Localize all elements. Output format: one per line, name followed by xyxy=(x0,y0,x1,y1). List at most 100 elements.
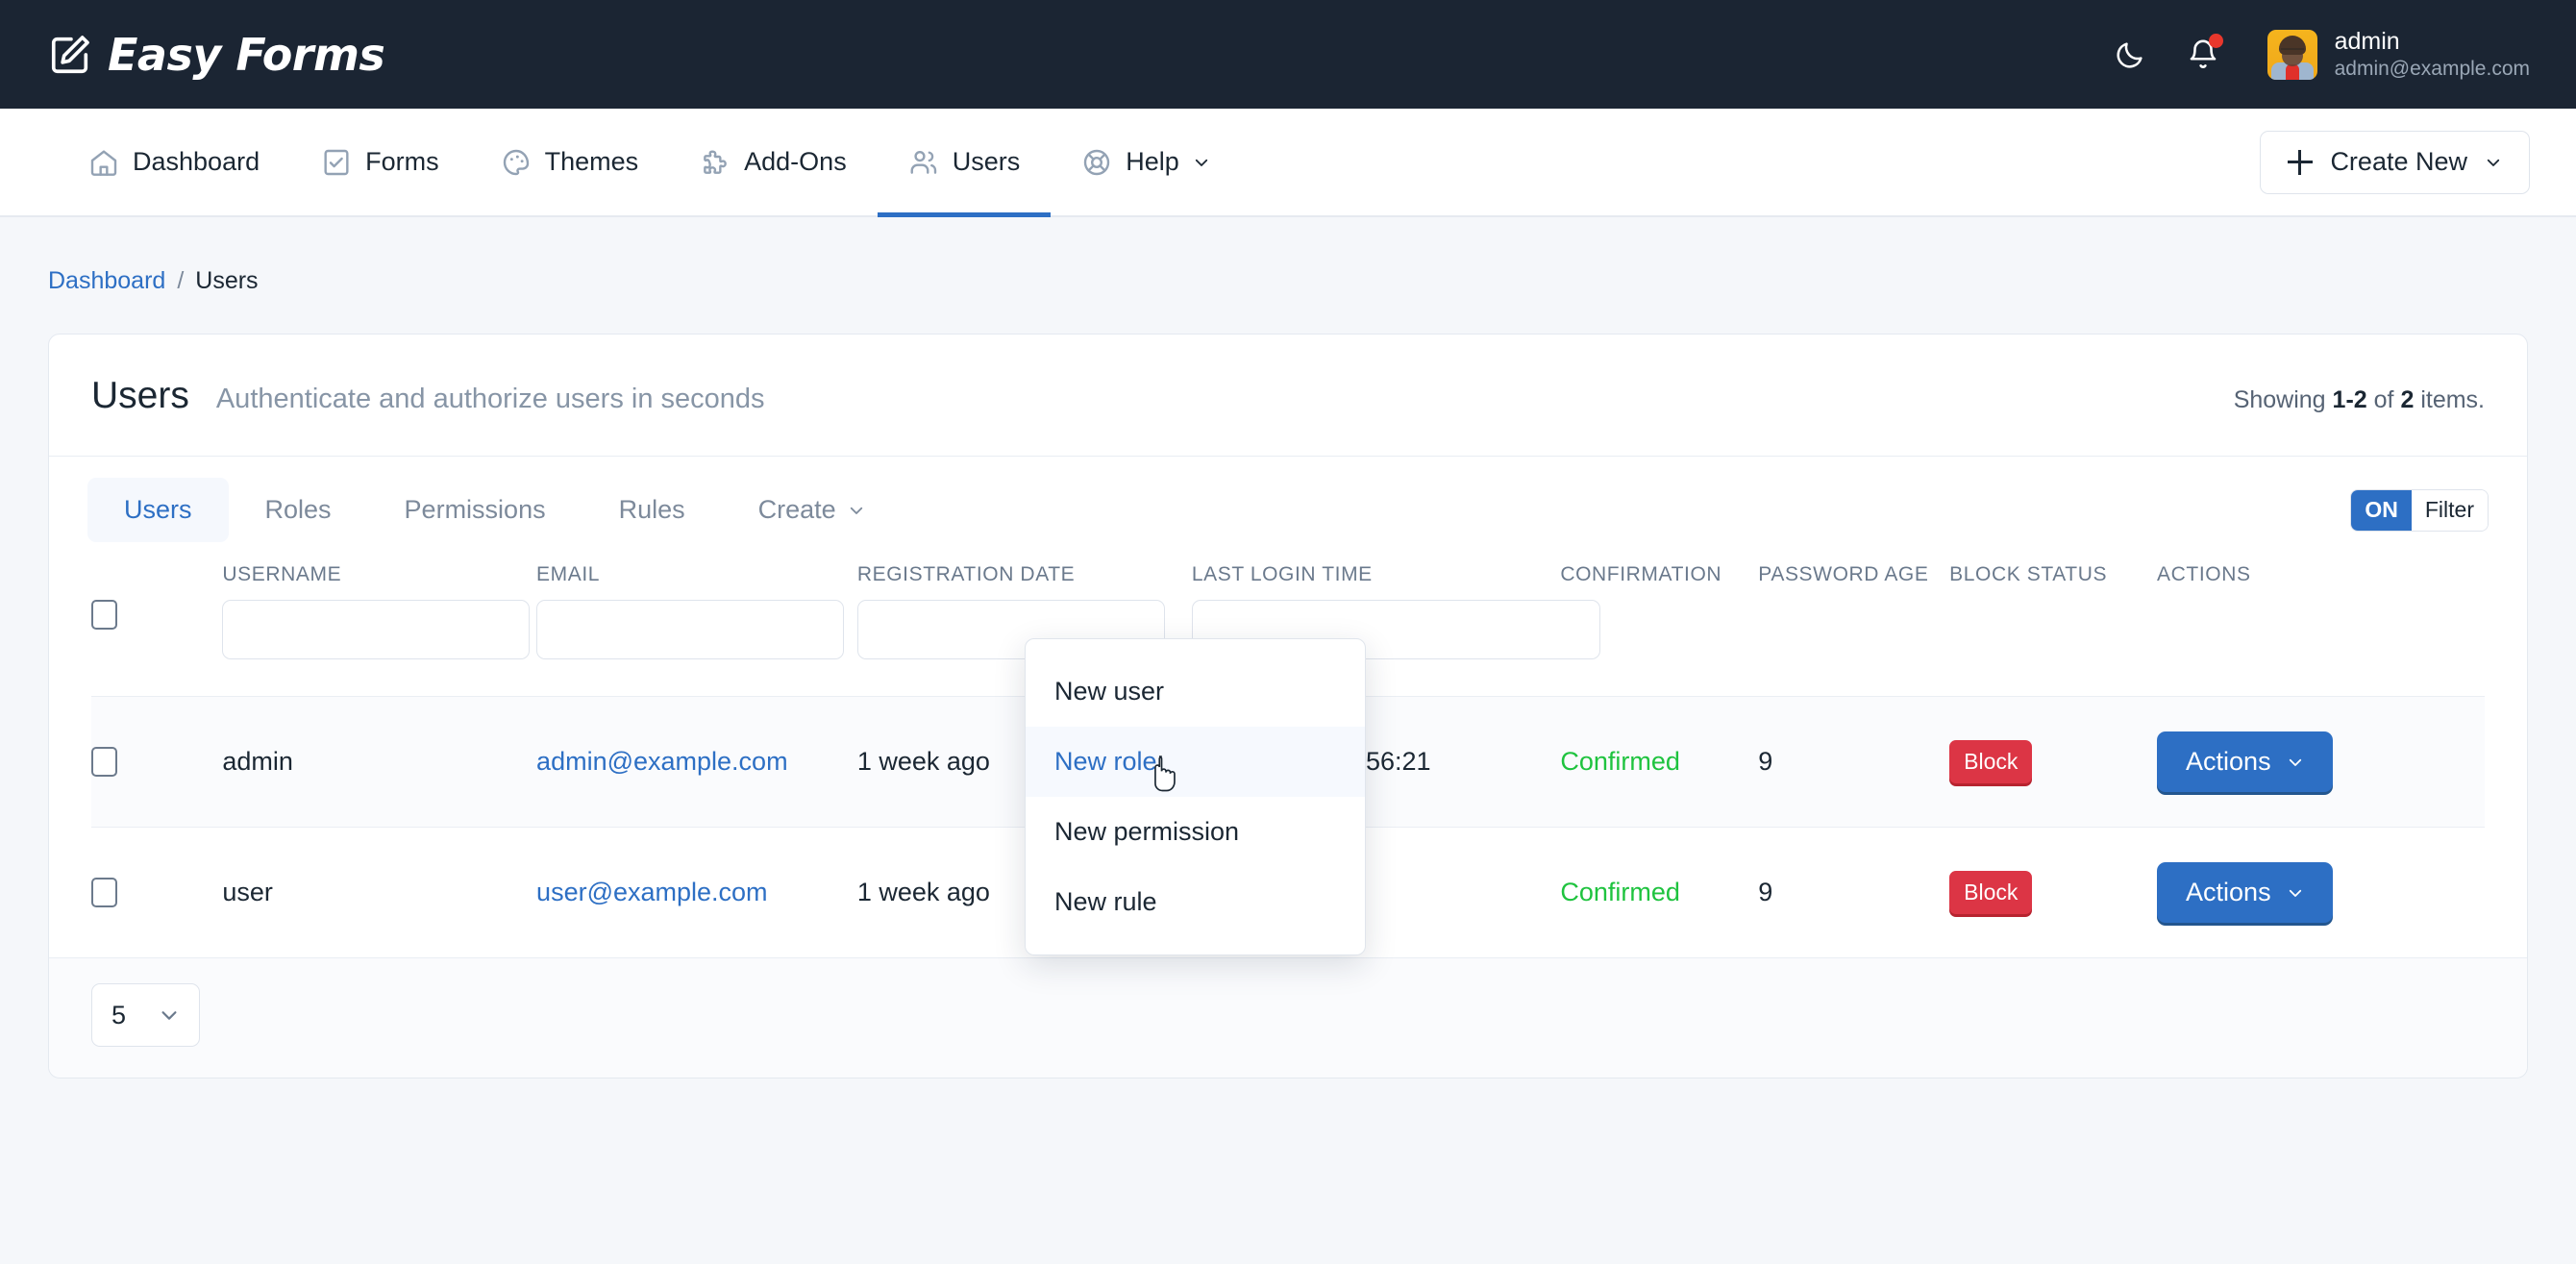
nav-label: Add-Ons xyxy=(744,147,847,177)
avatar xyxy=(2267,30,2317,80)
filter-toggle-on[interactable]: ON xyxy=(2351,490,2412,531)
user-menu[interactable]: admin admin@example.com xyxy=(2267,28,2530,82)
panel-footer: 5 xyxy=(49,957,2527,1078)
nav-item-users[interactable]: Users xyxy=(878,109,1052,215)
col-header-actions: ACTIONS xyxy=(2157,542,2485,586)
header-actions: admin admin@example.com xyxy=(2110,28,2530,82)
showing-range: 1-2 xyxy=(2333,386,2367,413)
nav-item-themes[interactable]: Themes xyxy=(470,109,670,215)
puzzle-icon xyxy=(700,147,731,178)
showing-total: 2 xyxy=(2400,386,2414,413)
plus-icon xyxy=(2288,150,2313,175)
nav-label: Users xyxy=(953,147,1021,177)
menu-item-new-user[interactable]: New user xyxy=(1026,657,1365,727)
page-title: Users xyxy=(91,375,189,417)
tab-label: Roles xyxy=(265,495,332,525)
cell-username: user xyxy=(222,828,536,958)
page-subtitle: Authenticate and authorize users in seco… xyxy=(216,384,765,415)
palette-icon xyxy=(501,147,532,178)
edit-square-icon xyxy=(48,33,92,77)
cell-email-link[interactable]: user@example.com xyxy=(536,878,768,906)
user-email: admin@example.com xyxy=(2335,57,2530,81)
users-icon xyxy=(908,147,939,178)
cell-password-age: 9 xyxy=(1758,697,1949,828)
nav-label: Themes xyxy=(545,147,639,177)
tab-users[interactable]: Users xyxy=(87,478,229,542)
showing-suffix: items. xyxy=(2420,386,2485,413)
select-all-checkbox[interactable] xyxy=(91,600,117,630)
panel-header: Users Authenticate and authorize users i… xyxy=(49,335,2527,457)
breadcrumb: Dashboard / Users xyxy=(0,217,2576,295)
nav-item-dashboard[interactable]: Dashboard xyxy=(58,109,290,215)
nav-label: Help xyxy=(1126,147,1179,177)
filter-toggle[interactable]: ON Filter xyxy=(2350,489,2489,532)
cell-confirmation: Confirmed xyxy=(1560,747,1680,776)
breadcrumb-link-dashboard[interactable]: Dashboard xyxy=(48,267,165,295)
panel-tabs: Users Roles Permissions Rules Create ON … xyxy=(49,457,2527,542)
col-header-block-status: BLOCK STATUS xyxy=(1949,542,2157,586)
notification-dot xyxy=(2209,34,2223,48)
nav-item-forms[interactable]: Forms xyxy=(290,109,470,215)
actions-button[interactable]: Actions xyxy=(2157,862,2333,923)
tab-permissions[interactable]: Permissions xyxy=(368,478,582,542)
menu-item-new-permission[interactable]: New permission xyxy=(1026,797,1365,867)
cell-confirmation: Confirmed xyxy=(1560,878,1680,906)
showing-prefix: Showing xyxy=(2234,386,2326,413)
create-dropdown-menu: New user New role New permission New rul… xyxy=(1025,638,1366,955)
tab-label: Users xyxy=(124,495,192,525)
filter-input-username[interactable] xyxy=(222,600,530,659)
nav-item-addons[interactable]: Add-Ons xyxy=(669,109,878,215)
col-header-email: EMAIL xyxy=(536,542,857,586)
tab-rules[interactable]: Rules xyxy=(582,478,722,542)
logo-text: Easy Forms xyxy=(108,33,384,77)
cell-email-link[interactable]: admin@example.com xyxy=(536,747,788,776)
breadcrumb-separator: / xyxy=(177,267,184,295)
row-checkbox[interactable] xyxy=(91,747,117,777)
menu-item-new-rule[interactable]: New rule xyxy=(1026,867,1365,937)
main-navigation: Dashboard Forms Themes xyxy=(0,109,2576,217)
actions-button[interactable]: Actions xyxy=(2157,731,2333,792)
bell-icon[interactable] xyxy=(2183,35,2223,75)
menu-item-new-role[interactable]: New role xyxy=(1026,727,1365,797)
filter-toggle-label[interactable]: Filter xyxy=(2412,490,2488,531)
col-header-last-login: LAST LOGIN TIME xyxy=(1192,542,1561,586)
moon-icon[interactable] xyxy=(2110,35,2150,75)
row-checkbox[interactable] xyxy=(91,878,117,907)
showing-summary: Showing 1-2 of 2 items. xyxy=(2234,386,2485,414)
tab-create[interactable]: Create xyxy=(722,478,902,542)
filter-input-email[interactable] xyxy=(536,600,844,659)
col-header-confirmation: CONFIRMATION xyxy=(1560,542,1758,586)
chevron-down-icon xyxy=(1193,154,1210,171)
cell-password-age: 9 xyxy=(1758,828,1949,958)
block-button[interactable]: Block xyxy=(1949,740,2032,783)
top-header-bar: Easy Forms admin admin@example.com xyxy=(0,0,2576,109)
user-name: admin xyxy=(2335,28,2530,56)
chevron-down-icon xyxy=(2287,884,2304,902)
tab-label: Rules xyxy=(619,495,685,525)
page-size-select[interactable]: 5 xyxy=(91,983,200,1047)
app-logo[interactable]: Easy Forms xyxy=(48,33,384,77)
nav-label: Forms xyxy=(365,147,439,177)
actions-button-label: Actions xyxy=(2186,747,2271,777)
home-icon xyxy=(88,147,119,178)
table-header-row: USERNAME EMAIL REGISTRATION DATE LAST LO… xyxy=(91,542,2485,586)
chevron-down-icon xyxy=(2485,154,2502,171)
create-new-button[interactable]: Create New xyxy=(2260,131,2530,194)
lifebuoy-icon xyxy=(1081,147,1112,178)
checklist-icon xyxy=(321,147,352,178)
create-new-label: Create New xyxy=(2330,147,2467,177)
col-header-username: USERNAME xyxy=(222,542,536,586)
breadcrumb-current: Users xyxy=(195,267,258,295)
cell-username: admin xyxy=(222,697,536,828)
chevron-down-icon xyxy=(848,502,865,519)
col-header-registration: REGISTRATION DATE xyxy=(857,542,1192,586)
tab-roles[interactable]: Roles xyxy=(229,478,368,542)
nav-item-help[interactable]: Help xyxy=(1051,109,1241,215)
nav-label: Dashboard xyxy=(133,147,260,177)
page-size-value: 5 xyxy=(111,1001,126,1030)
chevron-down-icon xyxy=(2287,754,2304,771)
showing-mid: of xyxy=(2374,386,2394,413)
block-button[interactable]: Block xyxy=(1949,871,2032,914)
col-header-password-age: PASSWORD AGE xyxy=(1758,542,1949,586)
chevron-down-icon xyxy=(159,1004,180,1026)
